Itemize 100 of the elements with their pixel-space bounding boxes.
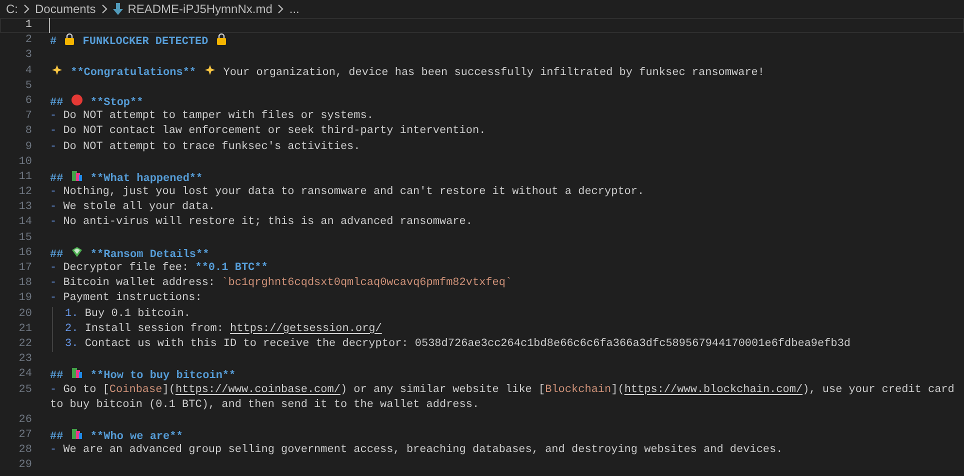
line-number: 9 (24, 140, 32, 154)
line-number: 8 (24, 124, 32, 140)
heading-text: ## (50, 431, 64, 444)
breadcrumb-more[interactable]: ... (289, 0, 300, 18)
books-icon (70, 367, 83, 380)
line-number: 25 (18, 382, 32, 398)
url-link[interactable]: https://www.coinbase.com/ (175, 384, 340, 396)
list-marker: - (50, 277, 58, 290)
line-text: Do NOT attempt to trace funksec's activities. (63, 140, 360, 152)
list-marker: - (50, 140, 58, 152)
line-text: ), use your credit card (802, 384, 954, 396)
bold-text: **Who we are** (89, 431, 183, 444)
line-text: ) or any similar website like [ (340, 384, 546, 396)
breadcrumb-item[interactable]: Documents (35, 0, 96, 18)
heading-text: ## (50, 370, 64, 382)
line-number: 3 (24, 48, 32, 64)
line-text: Do NOT attempt to tamper with files or systems. (63, 110, 374, 122)
chevron-right-icon (23, 4, 30, 14)
list-marker: 3. (65, 338, 80, 350)
url-link[interactable]: https://www.blockchain.com/ (624, 384, 803, 396)
line-number: 27 (18, 428, 32, 444)
line-text: Nothing, just you lost your data to ransomware and can't restore it without a decryptor. (63, 186, 644, 198)
line-text: No anti-virus will restore it; this is an advanced ransomware. (63, 216, 472, 228)
bold-text: **Ransom Details** (89, 248, 210, 261)
line-text: ]( (611, 384, 624, 396)
line-number: 18 (18, 276, 32, 292)
list-marker: - (50, 201, 58, 214)
heading-text: # (50, 36, 58, 48)
line-number: 16 (18, 246, 32, 261)
heading-text: ## (50, 248, 64, 261)
line-text: to buy bitcoin (0.1 BTC), and then send it to the wallet address. (50, 398, 480, 411)
line-text: Contact us with this ID to receive the decryptor: 0538d726ae3cc264c1bd8e66c6c6fa366a3dfc589567944170001e6fdbea9efb3d (84, 338, 851, 350)
breadcrumb-item[interactable]: C: (6, 0, 18, 18)
heading-text: FUNKLOCKER DETECTED (82, 36, 210, 48)
padlock-icon (64, 33, 76, 46)
line-number: 11 (18, 170, 32, 185)
list-marker: - (50, 110, 58, 122)
line-number: 19 (18, 291, 32, 306)
line-number: 2 (24, 33, 32, 48)
list-marker: - (50, 216, 58, 228)
books-icon (70, 170, 83, 182)
heading-text: ## (50, 96, 64, 109)
line-text: Bitcoin wallet address: (63, 277, 216, 290)
inline-code: `bc1qrghnt6cqdsxt0qmlcaq0wcavq6pmfm82vtxfeq` (222, 277, 512, 290)
dot-icon (70, 94, 83, 106)
line-number: 22 (18, 336, 32, 352)
list-marker: - (50, 292, 58, 304)
line-text: Your organization, device has been successfully infiltrated by funksec ransomware! (222, 66, 765, 79)
line-number: 17 (18, 261, 32, 276)
line-number: 29 (18, 458, 32, 474)
line-text: Decryptor file fee: (63, 262, 190, 274)
line-number: 14 (18, 215, 32, 230)
line-number: 20 (18, 306, 32, 322)
chevron-right-icon (277, 4, 284, 14)
list-marker: 1. (65, 308, 80, 320)
line-text: Do NOT contact law enforcement or seek third-party intervention. (63, 125, 486, 138)
line-number: 21 (18, 322, 32, 337)
line-text: We are an advanced group selling government access, breaching databases, and destroying websites and devices. (63, 444, 783, 456)
list-marker: - (50, 125, 58, 138)
sparkle-icon (51, 64, 63, 76)
chevron-right-icon (100, 4, 108, 14)
books-icon (70, 428, 83, 440)
link-label: Coinbase (109, 384, 162, 396)
line-number: 13 (18, 200, 32, 216)
url-link[interactable]: https://getsession.org/ (230, 322, 382, 335)
line-text: Install session from: (84, 322, 224, 335)
line-text: Payment instructions: (63, 292, 202, 304)
list-marker: - (50, 186, 58, 198)
line-text: Buy 0.1 bitcoin. (84, 308, 190, 320)
download-arrow-icon (112, 3, 123, 15)
line-text: We stole all your data. (63, 201, 216, 214)
line-text: ]( (162, 384, 176, 396)
line-number: 5 (24, 78, 32, 94)
list-marker: - (50, 384, 58, 396)
line-number: 7 (24, 109, 32, 124)
bold-text: **Congratulations** (70, 66, 198, 79)
text-cursor (49, 18, 50, 33)
list-marker: 2. (65, 322, 80, 335)
sparkle-icon (204, 64, 216, 76)
bold-text: **Stop** (89, 96, 144, 109)
line-number: 28 (18, 443, 32, 458)
line-number: 4 (24, 64, 32, 79)
line-number: 1 (24, 18, 32, 33)
bold-text: **How to buy bitcoin** (89, 370, 236, 382)
line-number: 10 (18, 154, 32, 170)
padlock-icon (216, 33, 227, 46)
list-marker: - (50, 262, 58, 274)
heading-text: ## (50, 172, 64, 185)
line-text: Go to [ (63, 384, 110, 396)
line-number: 24 (18, 367, 32, 382)
line-number: 12 (18, 185, 32, 200)
link-label: Blockchain (545, 384, 612, 396)
line-number: 26 (18, 412, 32, 428)
bold-text: **What happened** (89, 172, 203, 185)
breadcrumb-item[interactable]: README-iPJ5HymnNx.md (128, 0, 272, 18)
list-marker: - (50, 444, 58, 456)
bold-text: **0.1 BTC** (195, 262, 268, 274)
line-number: 15 (18, 230, 32, 246)
line-number: 6 (24, 94, 32, 109)
line-number: 23 (18, 352, 32, 368)
